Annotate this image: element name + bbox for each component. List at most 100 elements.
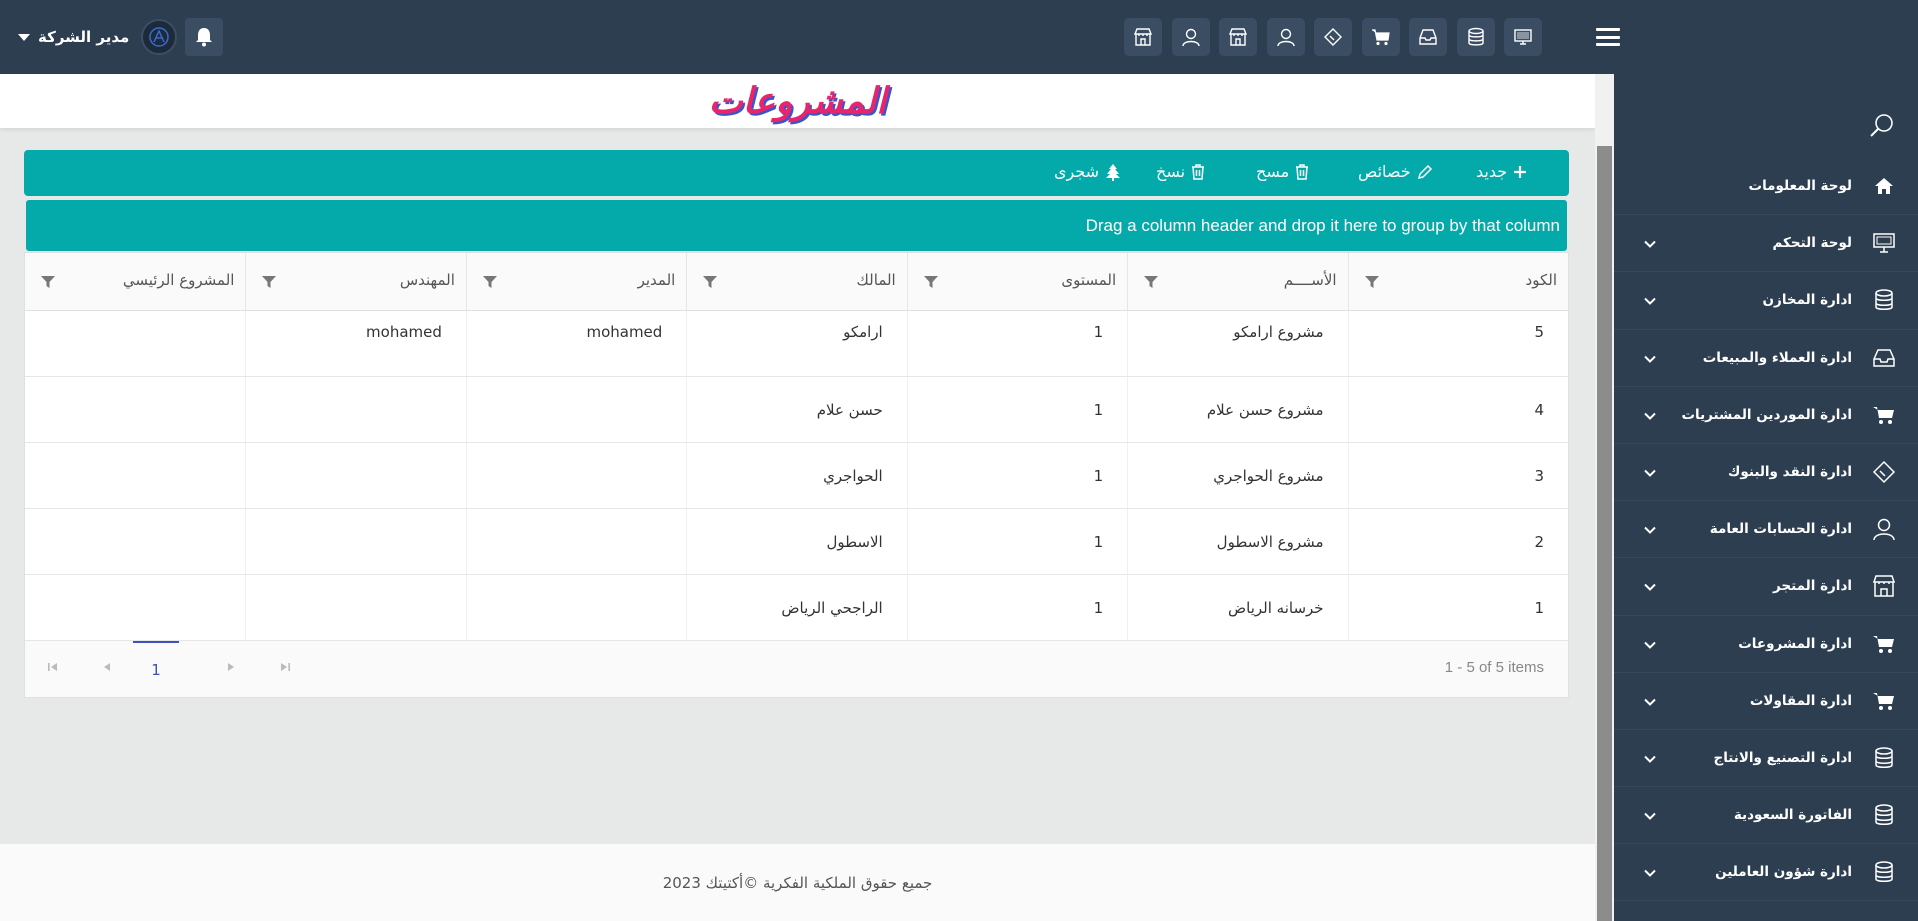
first-page-icon[interactable] — [47, 661, 59, 673]
table-cell[interactable]: 3 — [1347, 443, 1568, 508]
main-scrollbar[interactable] — [1595, 74, 1614, 921]
sidebar-item[interactable]: لوحة التحكم — [1614, 215, 1918, 273]
filter-icon[interactable] — [482, 275, 497, 289]
table-cell[interactable]: مشروع ارامكو — [1127, 311, 1347, 376]
chevron-down-icon[interactable] — [1644, 463, 1656, 482]
filter-icon[interactable] — [1364, 275, 1379, 289]
chevron-down-icon[interactable] — [1644, 234, 1656, 253]
table-cell[interactable]: 1 — [906, 311, 1127, 376]
column-header-level[interactable]: المستوى — [906, 253, 1127, 310]
search-icon[interactable] — [1869, 112, 1895, 142]
table-cell[interactable]: 1 — [906, 443, 1127, 508]
scrollbar-thumb[interactable] — [1597, 146, 1612, 921]
column-header-engineer[interactable]: المهندس — [245, 253, 465, 310]
table-cell[interactable] — [465, 377, 686, 442]
chevron-down-icon[interactable] — [1644, 291, 1656, 310]
user-icon[interactable] — [1171, 18, 1210, 56]
next-page-icon[interactable] — [225, 661, 237, 673]
table-cell[interactable]: 1 — [1347, 575, 1568, 640]
table-row[interactable]: 2 مشروع الاسطول 1 الاسطول — [25, 509, 1568, 575]
table-cell[interactable]: 4 — [1347, 377, 1568, 442]
table-cell[interactable]: ارامكو — [686, 311, 906, 376]
sidebar-item[interactable]: لوحة المعلومات — [1614, 158, 1918, 216]
store-icon[interactable] — [1124, 18, 1162, 56]
table-cell[interactable]: 1 — [906, 377, 1127, 442]
sidebar-item[interactable]: الفاتورة السعودية — [1614, 787, 1918, 845]
sidebar-item[interactable]: ادارة المشروعات — [1614, 616, 1918, 673]
avatar[interactable] — [141, 19, 178, 55]
table-row[interactable]: 1 خرسانه الرياض 1 الراجحي الرياض — [25, 575, 1568, 641]
chevron-down-icon[interactable] — [1644, 577, 1656, 596]
chevron-down-icon[interactable] — [1644, 405, 1656, 424]
table-cell[interactable]: مشروع حسن علام — [1127, 377, 1347, 442]
user-name[interactable]: مدير الشركة — [38, 28, 129, 46]
sidebar-item[interactable]: ادارة المتجر — [1614, 558, 1918, 616]
copy-button[interactable]: نسخ — [1156, 162, 1205, 181]
table-row[interactable]: 4 مشروع حسن علام 1 حسن علام — [25, 377, 1568, 443]
table-cell[interactable]: مشروع الحواجري — [1127, 443, 1347, 508]
menu-toggle-icon[interactable] — [1596, 28, 1620, 46]
table-cell[interactable] — [465, 509, 686, 574]
sidebar-item[interactable]: ادارة المقاولات — [1614, 673, 1918, 730]
table-cell[interactable]: الراجحي الرياض — [686, 575, 906, 640]
inbox-icon[interactable] — [1409, 18, 1447, 56]
chevron-down-icon[interactable] — [1644, 863, 1656, 882]
table-cell[interactable]: الحواجري — [686, 443, 906, 508]
filter-icon[interactable] — [923, 275, 938, 289]
notifications-button[interactable] — [185, 18, 224, 56]
filter-icon[interactable] — [1144, 275, 1159, 289]
prev-page-icon[interactable] — [101, 661, 113, 673]
table-cell[interactable]: 1 — [906, 575, 1127, 640]
table-cell[interactable] — [245, 509, 465, 574]
sidebar-item[interactable]: ادارة المخازن — [1614, 272, 1918, 330]
sidebar-item[interactable]: ادارة العملاء والمبيعات — [1614, 330, 1918, 387]
chevron-down-icon[interactable] — [1644, 348, 1656, 367]
table-cell[interactable]: 1 — [906, 509, 1127, 574]
new-button[interactable]: جديد — [1476, 162, 1527, 181]
chevron-down-icon[interactable] — [1644, 520, 1656, 539]
chevron-down-icon[interactable] — [1644, 634, 1656, 653]
database-icon[interactable] — [1456, 18, 1495, 56]
table-row[interactable]: 3 مشروع الحواجري 1 الحواجري — [25, 443, 1568, 509]
user-icon[interactable] — [1266, 18, 1305, 56]
column-header-manager[interactable]: المدير — [465, 253, 686, 310]
column-header-owner[interactable]: المالك — [686, 253, 906, 310]
cart-icon[interactable] — [1361, 18, 1400, 56]
chevron-down-icon[interactable] — [1644, 691, 1656, 710]
page-number-button[interactable]: 1 — [133, 641, 179, 697]
column-header-parent-project[interactable]: المشروع الرئيسي — [25, 253, 245, 310]
table-cell[interactable] — [25, 311, 245, 376]
monitor-icon[interactable] — [1504, 18, 1542, 56]
tree-button[interactable]: شجرى — [1054, 162, 1121, 181]
table-cell[interactable] — [25, 443, 245, 508]
table-cell[interactable]: مشروع الاسطول — [1127, 509, 1347, 574]
table-cell[interactable] — [25, 509, 245, 574]
column-header-code[interactable]: الكود — [1347, 253, 1568, 310]
sidebar-item[interactable]: ادارة التصنيع والانتاج — [1614, 730, 1918, 788]
table-cell[interactable] — [25, 377, 245, 442]
table-cell[interactable]: 5 — [1347, 311, 1568, 376]
table-row[interactable]: 5 مشروع ارامكو 1 ارامكو mohamed mohamed — [25, 311, 1568, 377]
table-cell[interactable] — [465, 443, 686, 508]
filter-icon[interactable] — [262, 275, 277, 289]
table-cell[interactable]: mohamed — [465, 311, 686, 376]
filter-icon[interactable] — [41, 275, 56, 289]
delete-button[interactable]: مسح — [1256, 162, 1309, 181]
sidebar-item[interactable]: ادارة الحسابات العامة — [1614, 501, 1918, 559]
sidebar-item[interactable]: ادارة الموردين المشتريات — [1614, 387, 1918, 444]
sidebar-item[interactable]: ادارة النقد والبنوك — [1614, 444, 1918, 502]
user-menu[interactable]: مدير الشركة — [18, 18, 224, 56]
store-icon[interactable] — [1219, 18, 1257, 56]
table-cell[interactable]: حسن علام — [686, 377, 906, 442]
table-cell[interactable] — [465, 575, 686, 640]
table-cell[interactable]: خرسانه الرياض — [1127, 575, 1347, 640]
sidebar-item[interactable]: ادارة شؤون العاملين — [1614, 844, 1918, 902]
table-cell[interactable] — [245, 443, 465, 508]
column-header-name[interactable]: الأســــم — [1127, 253, 1347, 310]
properties-button[interactable]: خصائص — [1358, 162, 1433, 181]
table-cell[interactable] — [245, 377, 465, 442]
table-cell[interactable]: الاسطول — [686, 509, 906, 574]
chevron-down-icon[interactable] — [1644, 806, 1656, 825]
filter-icon[interactable] — [703, 275, 718, 289]
ticket-icon[interactable] — [1314, 18, 1352, 56]
